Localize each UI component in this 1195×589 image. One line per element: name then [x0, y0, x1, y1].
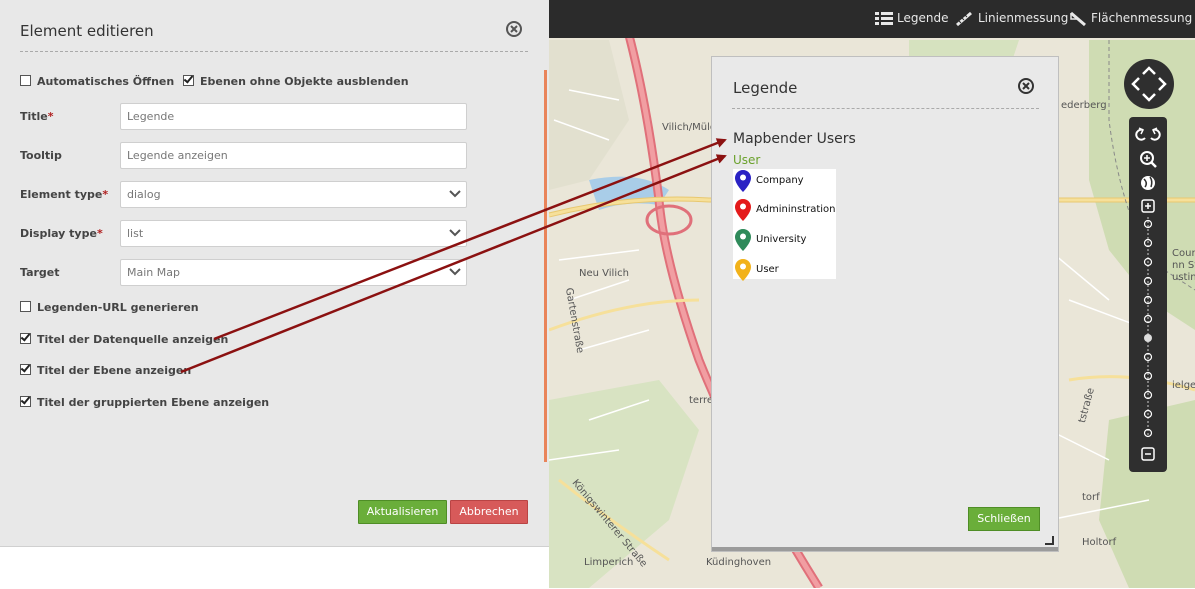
arrow-layer-title	[180, 154, 727, 374]
annotation-arrows	[180, 138, 727, 374]
arrow-source-title	[213, 138, 727, 341]
